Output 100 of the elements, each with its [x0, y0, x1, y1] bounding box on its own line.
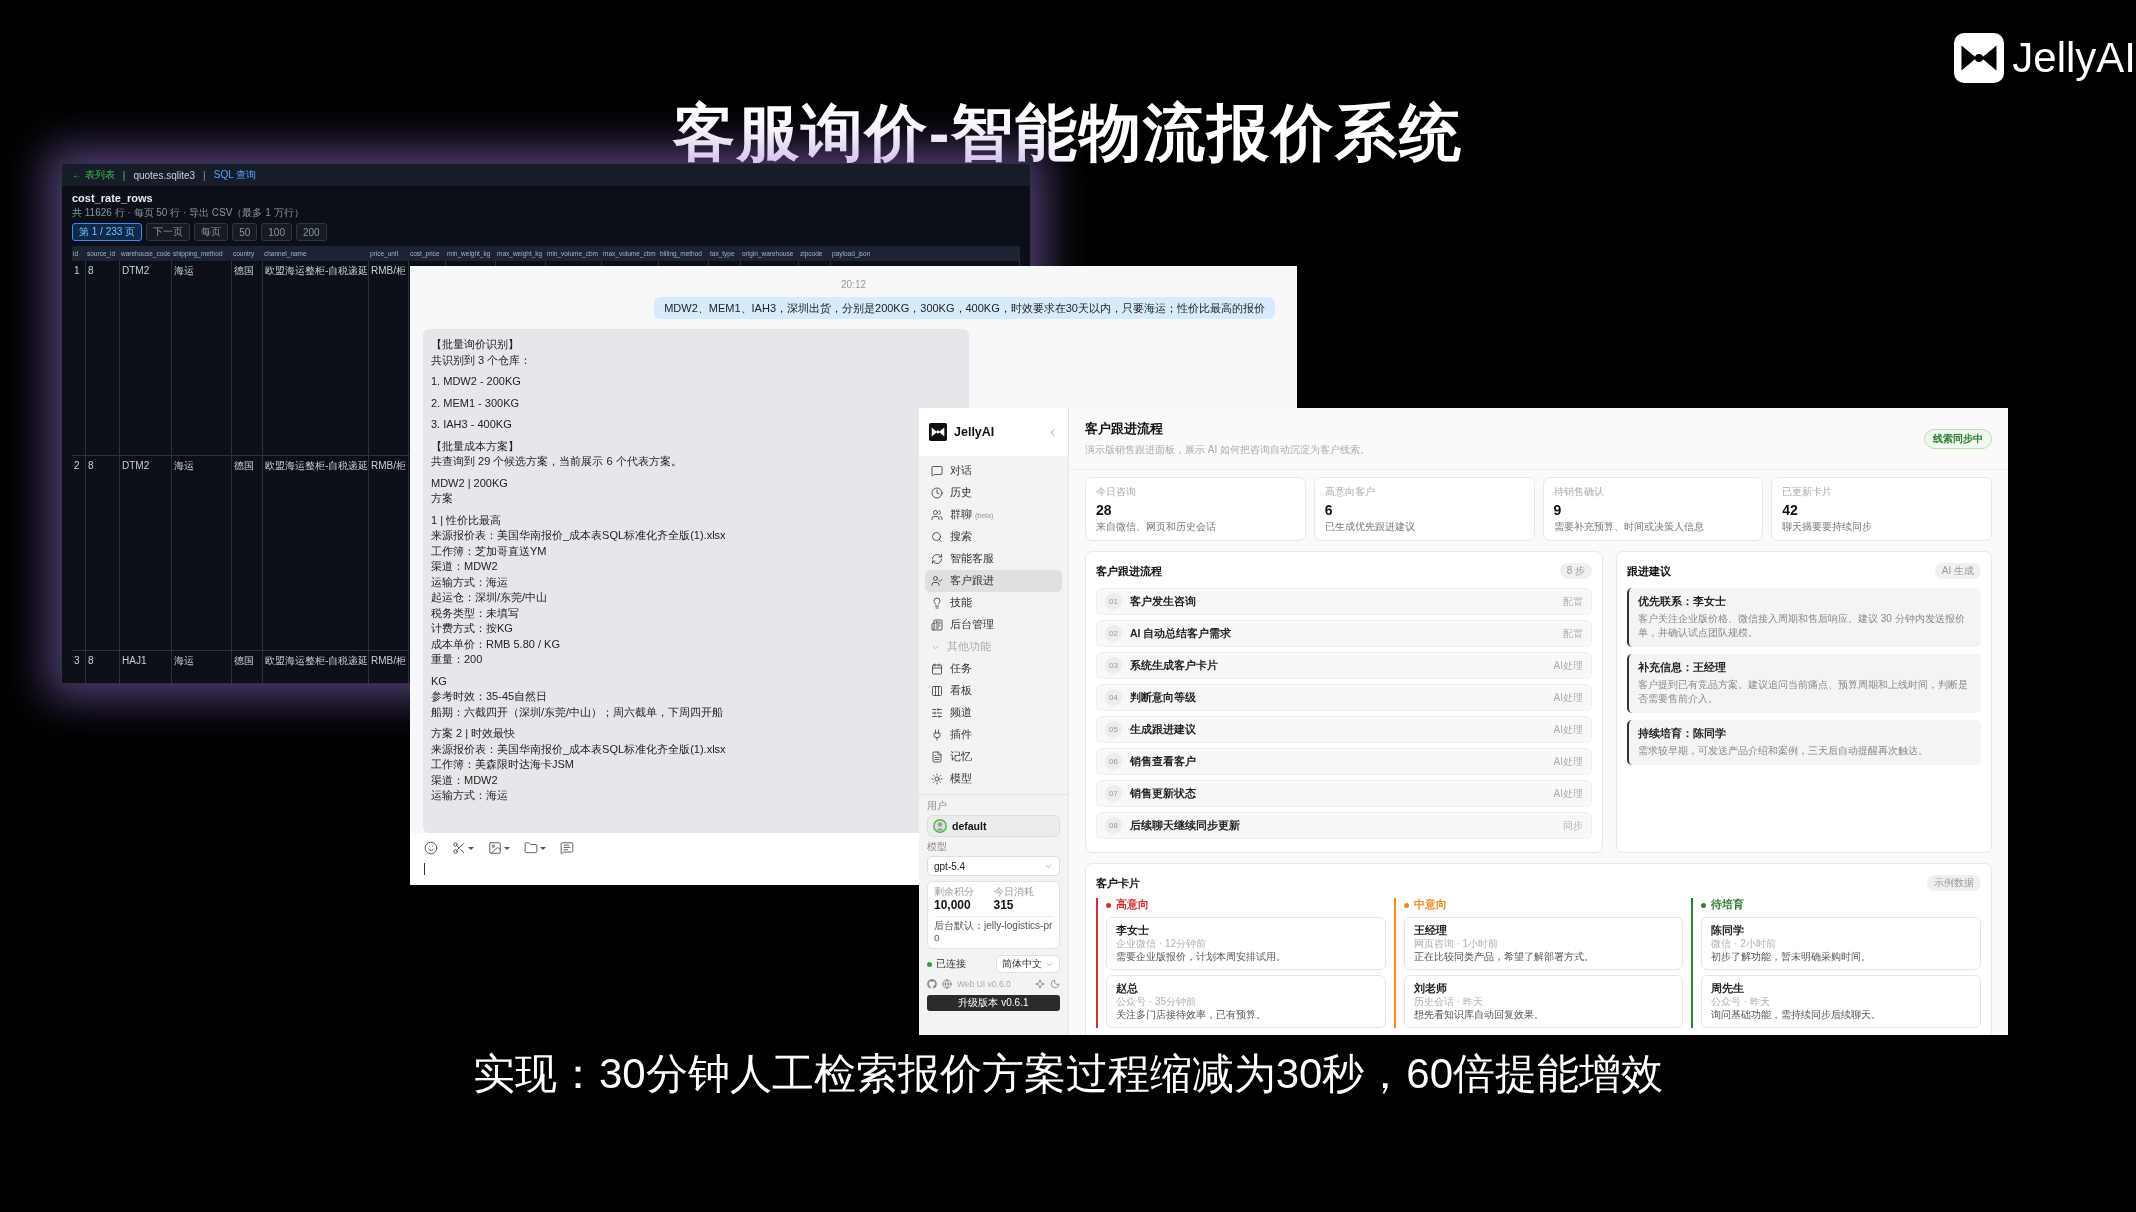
stat-note: 需要补充预算、时间或决策人信息	[1553, 521, 1705, 533]
section-label: 模型	[927, 840, 948, 853]
pager-button[interactable]: 100	[261, 223, 292, 241]
customer-card[interactable]: 王经理 网页咨询 · 1小时前 正在比较同类产品，希望了解部署方式。	[1403, 917, 1684, 970]
customer-meta: 公众号 · 昨天	[1711, 995, 1772, 1008]
step-title: 判断意向等级	[1130, 690, 1196, 705]
table-cell: 海运	[172, 261, 232, 455]
message-line: 方案 2 | 时效最快	[431, 726, 516, 741]
credit-label: 今日消耗	[993, 886, 1035, 898]
suggestion-text: 客户关注企业版价格、微信接入周期和售后响应。建议 30 分钟内发送报价单，并确认试点团队规模。	[1638, 612, 1966, 640]
suggestion-text: 需求较早期，可发送产品介绍和案例，三天后自动提醒再次触达。	[1638, 744, 1929, 758]
table-cell: 2	[72, 456, 86, 650]
panel-tag: 示例数据	[1927, 875, 1981, 891]
smiley-tool[interactable]	[424, 841, 438, 855]
page-subtitle: 演示版销售跟进面板，展示 AI 如何把咨询自动沉淀为客户线索。	[1085, 443, 1370, 457]
customer-card[interactable]: 周先生 公众号 · 昨天 询问基础功能，需持续同步后续聊天。	[1701, 975, 1981, 1028]
slide-title: 客服询价-智能物流报价系统	[672, 98, 1464, 168]
folder-tool[interactable]	[524, 841, 546, 855]
message-line: 1. MDW2 - 200KG	[431, 374, 521, 389]
customer-card[interactable]: 李女士 企业微信 · 12分钟前 需要企业版报价，计划本周安排试用。	[1106, 917, 1386, 970]
list-icon	[931, 619, 943, 631]
backend-default: 后台默认：jelly-logistics-pro	[934, 920, 1053, 944]
nav-item[interactable]: 看板	[925, 680, 1062, 702]
customer-card[interactable]: 刘老师 历史会话 · 昨天 想先看知识库自动回复效果。	[1403, 975, 1684, 1028]
step-number: 08	[1105, 817, 1122, 834]
message-line: 2. MEM1 - 300KG	[431, 395, 520, 411]
message-line: 渠道：MDW2	[431, 559, 498, 574]
panel-title: 跟进建议	[1627, 563, 1671, 579]
credit-value: 10,000	[934, 898, 972, 913]
moon-icon[interactable]	[1050, 979, 1060, 989]
message-line: 渠道：MDW2	[431, 772, 498, 788]
stat-label: 高意向客户	[1324, 486, 1376, 498]
nav-item[interactable]: 客户跟进	[925, 570, 1062, 592]
table-cell: 欧盟海运整柜-自税递延	[263, 261, 369, 455]
panel-tag: AI 生成	[1934, 563, 1981, 579]
sliders-icon	[931, 707, 943, 719]
user-selector[interactable]: default	[927, 815, 1060, 837]
step-number: 04	[1105, 689, 1122, 706]
nav-item[interactable]: 频道	[925, 702, 1062, 724]
message-tool[interactable]	[560, 841, 574, 855]
pager-button[interactable]: 下一页	[146, 223, 191, 241]
table-cell: HAJ1	[120, 651, 172, 683]
globe-icon[interactable]	[942, 979, 952, 989]
suggestion-title: 持续培育：陈同学	[1638, 727, 1727, 741]
message-line: 来源报价表：美国华南报价_成本表SQL标准化齐全版(1).xlsx	[431, 528, 726, 543]
step-title: 客户发生咨询	[1130, 594, 1196, 609]
table-cell: RMB/柜	[369, 261, 409, 455]
slide-caption: 实现：30分钟人工检索报价方案过程缩减为30秒，60倍提能增效	[472, 1049, 1664, 1099]
scissors-tool[interactable]	[452, 841, 474, 855]
columns-icon	[931, 685, 943, 697]
nav-item[interactable]: 技能	[925, 592, 1062, 614]
nav-item[interactable]: 任务	[925, 658, 1062, 680]
message-line: 【批量成本方案】	[431, 438, 519, 454]
nav-item[interactable]: 对话	[925, 460, 1062, 482]
nav-link[interactable]: ← 表列表	[72, 168, 115, 182]
customer-note: 想先看知识库自动回复效果。	[1413, 1008, 1545, 1022]
table-cell: RMB/柜	[369, 651, 409, 683]
chat-icon	[931, 465, 943, 477]
customer-meta: 公众号 · 35分钟前	[1116, 995, 1197, 1008]
sync-status: 线索同步中	[1924, 428, 1992, 449]
language-select[interactable]: 简体中文	[996, 955, 1060, 973]
step-title: AI 自动总结客户需求	[1130, 626, 1232, 641]
message-line: 【批量询价识别】	[431, 337, 519, 352]
message-line: 1 | 性价比最高	[431, 512, 502, 528]
message-line: 起运仓：深圳/东莞/中山	[431, 590, 548, 605]
pager-button[interactable]: 200	[295, 223, 327, 241]
step-number: 07	[1105, 785, 1122, 802]
nav-link[interactable]: SQL 查询	[213, 168, 257, 182]
step-title: 生成跟进建议	[1130, 722, 1196, 737]
nav-item[interactable]: 记忆	[925, 746, 1062, 768]
nav-item[interactable]: 智能客服	[925, 548, 1062, 570]
upgrade-button[interactable]: 升级版本 v0.6.1	[927, 995, 1060, 1011]
pager-button[interactable]: 50	[232, 223, 258, 241]
nav-item[interactable]: 搜索	[925, 526, 1062, 548]
github-icon[interactable]	[927, 979, 937, 989]
search-icon	[931, 531, 943, 543]
model-select[interactable]: gpt-5.4	[927, 856, 1060, 876]
nav-item[interactable]: 历史	[925, 482, 1062, 504]
nav-item[interactable]: 插件	[925, 724, 1062, 746]
pager-button[interactable]: 第 1 / 233 页	[72, 223, 143, 241]
app-name: JellyAI	[954, 425, 995, 439]
nav-item[interactable]: 后台管理	[925, 614, 1062, 636]
customer-card[interactable]: 陈同学 微信 · 2小时前 初步了解功能，暂未明确采购时间。	[1701, 917, 1981, 970]
table-cell: 德国	[232, 456, 263, 650]
step-number: 05	[1105, 721, 1122, 738]
nav-item[interactable]: 模型	[925, 768, 1062, 790]
pager-button[interactable]: 每页	[194, 223, 229, 241]
column-label: 待培育	[1711, 898, 1745, 912]
stat-note: 来自微信、网页和历史会话	[1096, 521, 1217, 533]
sparkle-icon[interactable]	[1035, 979, 1045, 989]
stat-label: 已更新卡片	[1782, 486, 1834, 498]
image-tool[interactable]	[488, 841, 510, 855]
customer-note: 关注多门店接待效率，已有预算。	[1116, 1008, 1267, 1022]
customer-name: 李女士	[1116, 923, 1150, 937]
sun-icon	[931, 773, 943, 785]
stat-note: 聊天摘要要持续同步	[1782, 521, 1874, 533]
refresh-icon	[931, 553, 943, 565]
customer-card[interactable]: 赵总 公众号 · 35分钟前 关注多门店接待效率，已有预算。	[1106, 975, 1386, 1028]
section-label: 用户	[927, 799, 948, 812]
version-label: Web UI v0.6.0	[957, 979, 1011, 989]
